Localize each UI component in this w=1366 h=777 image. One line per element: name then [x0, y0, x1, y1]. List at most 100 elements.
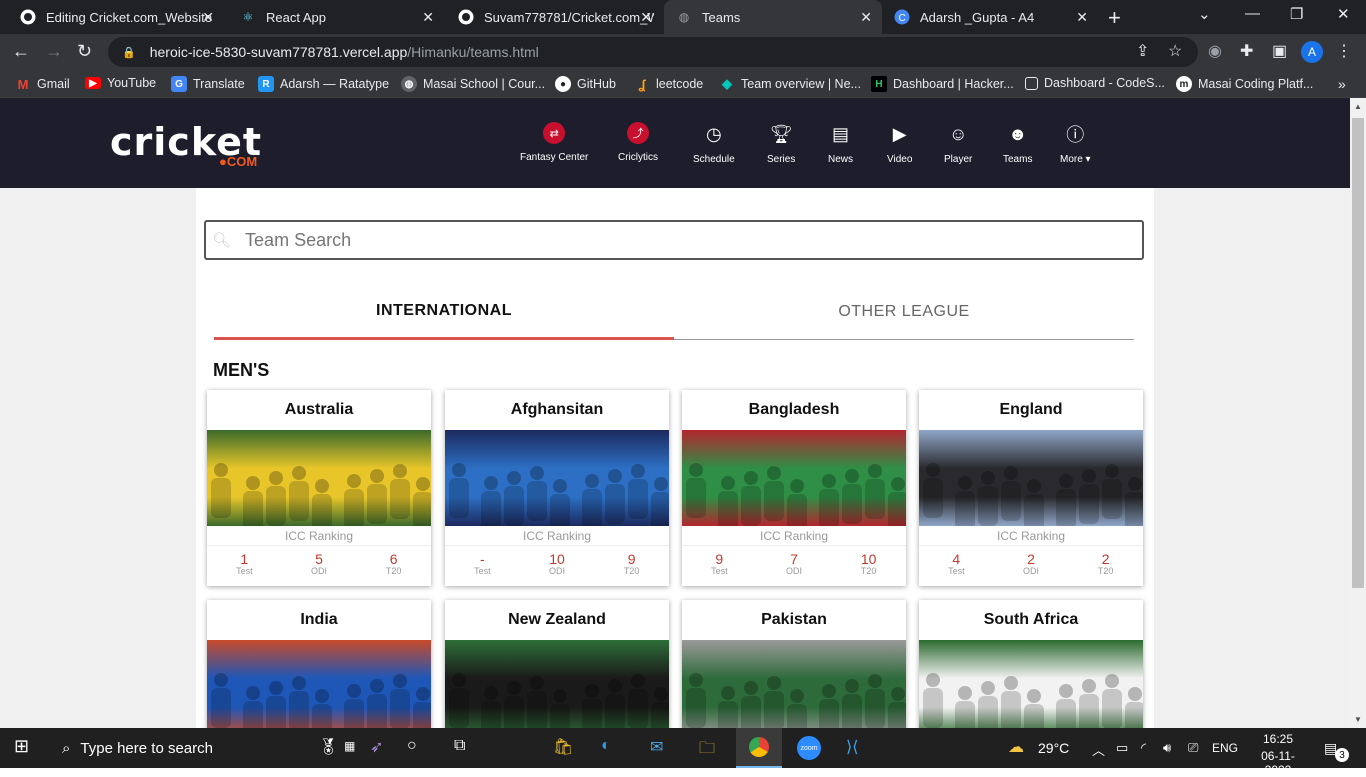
grammarly-icon[interactable]: ◉ [1208, 41, 1222, 61]
forward-icon[interactable]: → [45, 41, 63, 62]
minimize-button[interactable]: — [1245, 5, 1260, 22]
bookmark-hackerrank[interactable]: H Dashboard | Hacker... [871, 76, 1014, 92]
browser-tab[interactable]: C Adarsh _Gupta - A4 ✕ [882, 0, 1098, 34]
nav-player[interactable]: ☺ Player [944, 122, 972, 166]
browser-tab[interactable]: Suvam778781/Cricket.com_W ✕ [446, 0, 662, 34]
reload-icon[interactable]: ↻ [77, 41, 92, 62]
browser-tab-active[interactable]: ◍ Teams ✕ [664, 0, 882, 34]
tab-other-league[interactable]: OTHER LEAGUE [674, 298, 1134, 340]
browser-tab[interactable]: ⚛ React App ✕ [228, 0, 444, 34]
bookmark-leetcode[interactable]: ʆ leetcode [634, 76, 703, 92]
scrollbar-thumb[interactable] [1352, 118, 1364, 588]
bookmark-youtube[interactable]: ▶ YouTube [85, 76, 156, 90]
taskbar-search[interactable]: ⌕ Type here to search [48, 728, 274, 768]
scroll-up-icon[interactable]: ▲ [1354, 102, 1362, 111]
windows-start-icon[interactable]: ⊞ [14, 736, 29, 757]
close-tab-icon[interactable]: ✕ [1076, 9, 1088, 26]
tab-title: React App [266, 9, 326, 25]
store-icon[interactable]: 🛍︎ [553, 737, 573, 757]
camera-icon[interactable]: ⎚ [1188, 740, 1198, 756]
weather-temp[interactable]: 29°C [1038, 740, 1069, 756]
volume-icon[interactable]: 🔊︎ [1163, 740, 1171, 756]
team-card[interactable]: New Zealand [445, 600, 669, 728]
bookmark-gmail[interactable]: M Gmail [15, 76, 70, 92]
medal-icon[interactable]: 🏅︎ [318, 737, 338, 757]
share-icon[interactable]: ⇪ [1136, 41, 1149, 61]
calendar-widget-icon[interactable]: ▦ [344, 739, 355, 753]
close-window-button[interactable]: ✕ [1337, 5, 1350, 23]
crowd-silhouette [211, 463, 431, 526]
task-view-icon[interactable]: ⧉ [454, 737, 465, 755]
team-card[interactable]: Bangladesh ICC Ranking 9 Test 7 ODI 10 T20 [682, 390, 906, 586]
edge-icon[interactable]: ◐ [601, 737, 611, 755]
nav-criclytics[interactable]: ⤴ Criclytics [618, 122, 658, 163]
team-search-box[interactable]: 🔍︎ [204, 220, 1144, 260]
team-name: New Zealand [508, 611, 606, 628]
chrome-taskbar-button[interactable] [736, 728, 782, 768]
extensions-icon[interactable]: ✚ [1240, 41, 1253, 61]
maximize-button[interactable]: ❐ [1290, 5, 1303, 23]
clock[interactable]: 16:25 06-11-2022 [1248, 732, 1308, 777]
bookmark-masai[interactable]: ◍ Masai School | Cour... [401, 76, 545, 92]
more-bookmarks-icon[interactable]: » [1338, 76, 1346, 92]
nav-series[interactable]: 🏆︎ Series [767, 122, 795, 166]
bookmark-translate[interactable]: G Translate [171, 76, 245, 92]
zoom-icon[interactable]: zoom [797, 736, 821, 760]
scroll-down-icon[interactable]: ▼ [1354, 715, 1362, 724]
battery-icon[interactable]: ▭ [1116, 740, 1128, 756]
vscode-icon[interactable]: ⟩⟨ [846, 737, 858, 757]
tab-title: Editing Cricket.com_Website [46, 9, 212, 25]
back-icon[interactable]: ← [12, 41, 30, 62]
team-card[interactable]: South Africa [919, 600, 1143, 728]
feather-icon[interactable]: ➶ [370, 737, 383, 757]
close-tab-icon[interactable]: ✕ [860, 9, 872, 26]
close-tab-icon[interactable]: ✕ [422, 9, 434, 26]
nav-news[interactable]: ▤ News [828, 122, 853, 166]
t20-rank: 10 T20 [860, 551, 877, 576]
profile-avatar[interactable]: A [1301, 41, 1323, 63]
translate-icon: G [171, 76, 187, 92]
team-card[interactable]: Pakistan [682, 600, 906, 728]
new-tab-button[interactable]: + [1108, 5, 1121, 31]
team-name: South Africa [983, 611, 1079, 628]
address-bar[interactable]: 🔒 heroic-ice-5830-suvam778781.vercel.app… [108, 37, 1198, 67]
cortana-icon[interactable]: ○ [407, 737, 417, 755]
bookmark-star-icon[interactable]: ☆ [1168, 41, 1182, 61]
page-scrollbar[interactable]: ▲ ▼ [1350, 98, 1366, 728]
t20-rank: 2 T20 [1097, 551, 1114, 576]
bookmark-ratatype[interactable]: R Adarsh — Ratatype [258, 76, 389, 92]
file-explorer-icon[interactable]: 🗀 [699, 737, 715, 764]
bookmark-codesignal[interactable]: Dashboard - CodeS... [1025, 76, 1165, 90]
gmail-icon: M [17, 76, 29, 92]
tab-search-icon[interactable]: ⌄ [1198, 5, 1211, 23]
tab-international[interactable]: INTERNATIONAL [214, 298, 674, 340]
nav-schedule[interactable]: ◷ Schedule [693, 122, 735, 166]
wifi-icon[interactable]: ◜ [1141, 740, 1146, 756]
nav-video[interactable]: ▶ Video [887, 122, 912, 166]
mail-icon[interactable]: ✉ [650, 737, 663, 757]
windows-taskbar: ⊞ ⌕ Type here to search 🏅︎ ▦ ➶ ○ ⧉ 🛍︎ ◐ … [0, 728, 1366, 777]
team-search-input[interactable] [245, 229, 1126, 251]
team-card[interactable]: England ICC Ranking 4 Test 2 ODI 2 T20 [919, 390, 1143, 586]
test-rank: - Test [474, 551, 491, 576]
nav-fantasy-center[interactable]: ⇄ Fantasy Center [520, 122, 588, 163]
browser-tab[interactable]: Editing Cricket.com_Website ✕ [8, 0, 224, 34]
close-tab-icon[interactable]: ✕ [640, 9, 652, 26]
bookmark-github[interactable]: ● GitHub [555, 76, 616, 92]
team-card[interactable]: Afghansitan ICC Ranking - Test 10 ODI 9 T20 [445, 390, 669, 586]
language-indicator[interactable]: ENG [1212, 741, 1238, 755]
bookmark-masai-coding[interactable]: m Masai Coding Platf... [1176, 76, 1313, 92]
side-panel-icon[interactable]: ▣ [1272, 41, 1287, 61]
bookmark-team-overview[interactable]: ◆ Team overview | Ne... [719, 76, 861, 92]
team-card[interactable]: India [207, 600, 431, 728]
chevron-up-icon[interactable]: ︿ [1092, 740, 1105, 759]
teams-content: 🔍︎ INTERNATIONAL OTHER LEAGUE MEN'S Aust… [196, 188, 1154, 728]
nav-more[interactable]: ⓘ More ▾ [1060, 122, 1091, 165]
team-card[interactable]: Australia ICC Ranking 1 Test 5 ODI 6 T20 [207, 390, 431, 586]
close-tab-icon[interactable]: ✕ [202, 9, 214, 26]
menu-kebab-icon[interactable]: ⋮ [1336, 41, 1352, 61]
nav-teams[interactable]: ☻ Teams [1003, 122, 1032, 166]
tab-title: Suvam778781/Cricket.com_W [484, 9, 654, 25]
crowd-silhouette [211, 673, 431, 728]
weather-icon[interactable]: ☁ [1008, 737, 1024, 757]
